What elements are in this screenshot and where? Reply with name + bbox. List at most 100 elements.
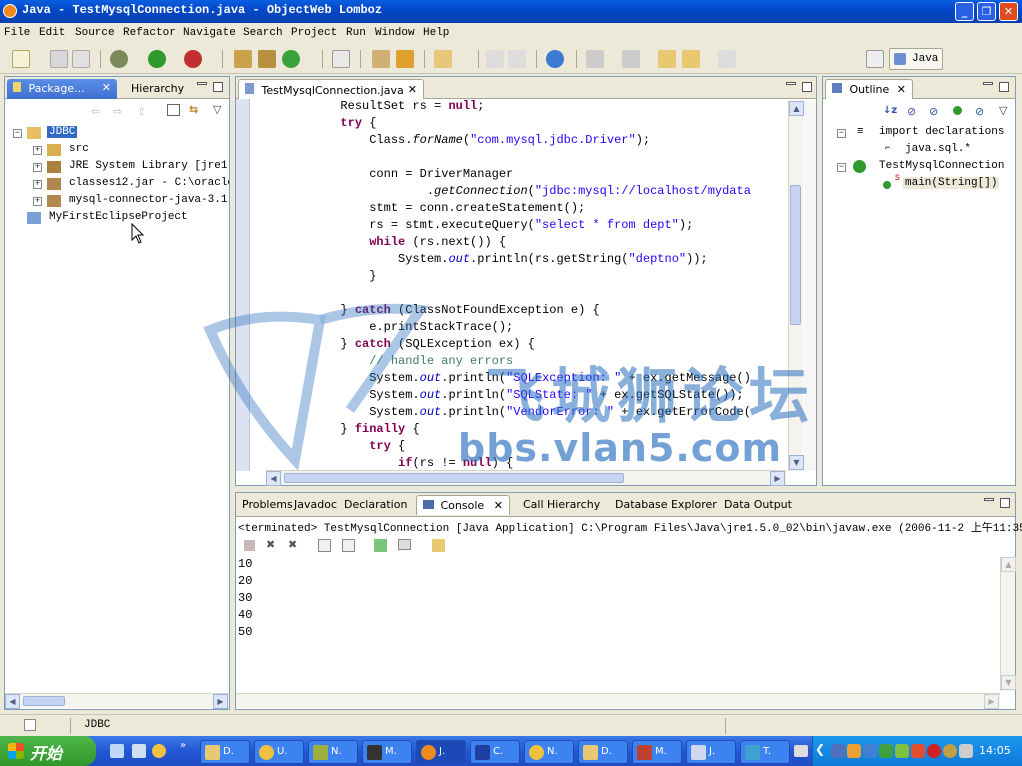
menu-search[interactable]: Search: [243, 27, 283, 39]
expand-icon[interactable]: +: [33, 163, 42, 172]
collapse-icon[interactable]: −: [13, 129, 22, 138]
close-tab-icon[interactable]: ✕: [494, 499, 503, 512]
sort-icon[interactable]: ↓z: [883, 105, 897, 116]
tab-declaration[interactable]: Declaration: [338, 495, 413, 515]
eclipse-app-icon[interactable]: [3, 4, 17, 18]
menu-edit[interactable]: Edit: [39, 27, 65, 39]
copy-icon[interactable]: [508, 50, 526, 68]
tab-console[interactable]: Console ✕: [416, 495, 510, 515]
menu-project[interactable]: Project: [291, 27, 337, 39]
web-browser-icon[interactable]: [546, 50, 564, 68]
tab-call-hierarchy[interactable]: Call Hierarchy: [517, 495, 606, 515]
previous-annotation-icon[interactable]: [622, 50, 640, 68]
start-button[interactable]: 开始: [0, 736, 96, 766]
collapse-icon[interactable]: −: [837, 129, 846, 138]
taskbar-window-3[interactable]: N.: [308, 740, 358, 764]
horizontal-scrollbar[interactable]: ▶: [236, 693, 1000, 709]
edit-pen-icon[interactable]: [486, 50, 504, 68]
run-icon[interactable]: [148, 50, 166, 68]
maximize-window-button[interactable]: ❐: [977, 2, 996, 21]
menu-window[interactable]: Window: [375, 27, 415, 39]
remove-launch-icon[interactable]: ✖: [266, 538, 275, 551]
horizontal-scrollbar[interactable]: ◀ ▶: [5, 693, 229, 709]
minimize-view-icon[interactable]: [786, 82, 796, 85]
hide-nonpublic-icon[interactable]: [953, 106, 962, 115]
vertical-scrollbar[interactable]: ▲ ▼: [1000, 557, 1016, 691]
scroll-right-icon[interactable]: ▶: [984, 694, 999, 709]
link-with-editor-icon[interactable]: ⇆: [189, 103, 198, 116]
minimize-view-icon[interactable]: [197, 82, 207, 85]
maximize-view-icon[interactable]: [213, 82, 223, 92]
tray-expand-icon[interactable]: ❮: [815, 742, 825, 756]
save-icon[interactable]: [50, 50, 68, 68]
remove-all-terminated-icon[interactable]: ✖: [288, 538, 297, 551]
quicklaunch-media-icon[interactable]: [152, 744, 166, 758]
tray-icon[interactable]: [895, 744, 909, 758]
back-arrow-icon[interactable]: ⇦: [91, 105, 100, 118]
tab-database-explorer[interactable]: Database Explorer: [609, 495, 723, 515]
terminate-icon[interactable]: [244, 540, 255, 551]
new-icon[interactable]: [12, 50, 30, 68]
quicklaunch-more-icon[interactable]: »: [180, 740, 186, 751]
view-menu-icon[interactable]: ▽: [213, 103, 221, 116]
print-icon[interactable]: [72, 50, 90, 68]
minimize-view-icon[interactable]: [984, 498, 994, 501]
forward-arrow-icon[interactable]: [718, 50, 736, 68]
hide-local-types-icon[interactable]: ⊘: [975, 105, 984, 118]
scroll-up-icon[interactable]: ▲: [789, 101, 804, 116]
expand-icon[interactable]: +: [33, 146, 42, 155]
scroll-left-icon[interactable]: ◀: [266, 471, 281, 486]
tray-icon[interactable]: [863, 744, 877, 758]
expand-icon[interactable]: +: [33, 197, 42, 206]
taskbar-window-6[interactable]: C.: [470, 740, 520, 764]
tab-testmysqlconnection-java[interactable]: TestMysqlConnection.java ✕: [238, 79, 424, 99]
quicklaunch-ie-icon[interactable]: [110, 744, 124, 758]
taskbar-window-7[interactable]: N.: [524, 740, 574, 764]
scroll-lock-icon[interactable]: [342, 539, 355, 552]
pin-console-icon[interactable]: [374, 539, 387, 552]
scroll-down-icon[interactable]: ▼: [1001, 675, 1016, 690]
scroll-right-icon[interactable]: ▶: [213, 694, 228, 709]
fast-view-icon[interactable]: [24, 719, 36, 731]
scroll-thumb[interactable]: [23, 696, 65, 706]
taskbar-window-8[interactable]: D.: [578, 740, 628, 764]
maximize-view-icon[interactable]: [802, 82, 812, 92]
taskbar-window-1[interactable]: D.: [200, 740, 250, 764]
clock[interactable]: 14:05: [979, 744, 1011, 757]
maximize-view-icon[interactable]: [1000, 498, 1010, 508]
keyboard-icon[interactable]: [794, 745, 808, 757]
scroll-up-icon[interactable]: ▲: [1001, 557, 1016, 572]
scroll-down-icon[interactable]: ▼: [789, 455, 804, 470]
new-class-icon[interactable]: [282, 50, 300, 68]
last-edit-location-icon[interactable]: [658, 50, 676, 68]
open-folder-icon[interactable]: [372, 50, 390, 68]
scroll-right-icon[interactable]: ▶: [770, 471, 785, 486]
minimize-view-icon[interactable]: [983, 82, 993, 85]
java-perspective-button[interactable]: Java: [889, 48, 943, 70]
tab-data-output[interactable]: Data Output: [718, 495, 798, 515]
up-folder-icon[interactable]: ⇧: [137, 105, 146, 118]
taskbar-window-10[interactable]: J.: [686, 740, 736, 764]
taskbar-window-4[interactable]: M.: [362, 740, 412, 764]
scroll-left-icon[interactable]: ◀: [5, 694, 20, 709]
open-type-icon[interactable]: [332, 50, 350, 68]
menu-help[interactable]: Help: [423, 27, 449, 39]
debug-icon[interactable]: [110, 50, 128, 68]
menu-file[interactable]: File: [4, 27, 30, 39]
console-output[interactable]: 10 20 30 40 50: [238, 557, 998, 687]
menu-navigate[interactable]: Navigate: [183, 27, 236, 39]
external-tools-icon[interactable]: [184, 50, 202, 68]
volume-icon[interactable]: [959, 744, 973, 758]
tray-icon[interactable]: [927, 744, 941, 758]
close-window-button[interactable]: ✕: [999, 2, 1018, 21]
open-console-icon[interactable]: [432, 539, 445, 552]
quicklaunch-desktop-icon[interactable]: [132, 744, 146, 758]
tray-icon[interactable]: [831, 744, 845, 758]
collapse-icon[interactable]: −: [837, 163, 846, 172]
horizontal-scrollbar[interactable]: ◀ ▶: [266, 470, 786, 486]
new-java-project-icon[interactable]: [234, 50, 252, 68]
taskbar-window-9[interactable]: M.: [632, 740, 682, 764]
tray-icon[interactable]: [943, 744, 957, 758]
back-arrow-icon[interactable]: [682, 50, 700, 68]
tray-icon[interactable]: [847, 744, 861, 758]
